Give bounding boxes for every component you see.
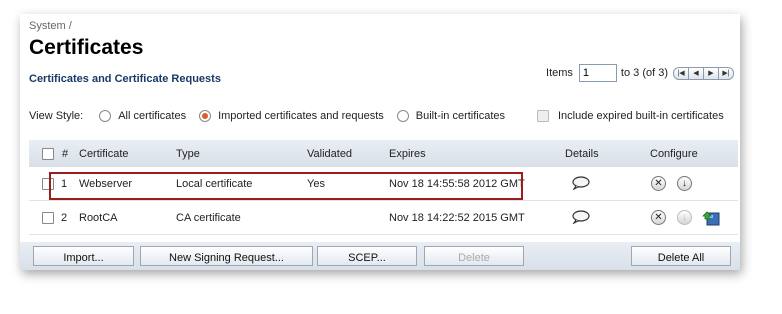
view-style-label: View Style: [29,110,84,122]
include-expired-checkbox[interactable] [537,110,549,122]
view-imported-certificates[interactable]: Imported certificates and requests [199,110,384,122]
delete-button: Delete [424,246,524,266]
row-type: CA certificate [176,211,241,224]
new-signing-request-button[interactable]: New Signing Request... [140,246,313,266]
row-certificate: Webserver [79,177,132,190]
select-all-checkbox[interactable] [42,147,54,160]
include-expired-label: Include expired built-in certificates [558,110,724,122]
items-label: Items [546,67,573,79]
header-num: # [62,147,69,160]
table-row[interactable]: 1 Webserver Local certificate Yes Nov 18… [29,167,738,201]
view-builtin-radio[interactable] [396,110,409,122]
table-header: # Certificate Type Validated Expires Det… [29,140,738,167]
ca-install-icon[interactable] [702,207,722,227]
view-imported-radio[interactable] [199,110,212,122]
page-input[interactable] [578,64,617,82]
page-title: Certificates [29,36,144,59]
row-certificate: RootCA [79,211,118,224]
view-all-label: All certificates [118,110,187,122]
row-num: 1 [61,177,68,190]
header-expires[interactable]: Expires [389,148,426,160]
breadcrumb: System / [29,20,72,32]
header-certificate[interactable]: Certificate [79,148,129,160]
footer-toolbar: Import... New Signing Request... SCEP...… [20,242,740,270]
header-configure: Configure [650,147,698,160]
view-builtin-label: Built-in certificates [415,110,506,122]
header-details: Details [565,147,599,160]
section-title: Certificates and Certificate Requests [29,73,221,85]
certificates-panel: System / Certificates Certificates and C… [20,14,740,270]
header-validated[interactable]: Validated [307,148,352,160]
row-checkbox[interactable] [42,177,54,190]
delete-icon[interactable]: ✕ [651,210,666,225]
row-expires: Nov 18 14:22:52 2015 GMT [389,211,525,224]
download-icon: ↓ [677,210,692,225]
table-row[interactable]: 2 RootCA CA certificate Nov 18 14:22:52 … [29,201,738,235]
scep-button[interactable]: SCEP... [317,246,417,266]
view-style: View Style: All certificates Imported ce… [29,110,505,122]
import-button[interactable]: Import... [33,246,134,266]
comment-bubble-icon[interactable] [572,176,590,190]
range-text: to 3 (of 3) [620,67,668,79]
delete-all-button[interactable]: Delete All [631,246,731,266]
include-expired: Include expired built-in certificates [537,110,724,122]
delete-icon[interactable]: ✕ [651,176,666,191]
row-expires: Nov 18 14:55:58 2012 GMT [389,177,525,190]
row-num: 2 [61,211,68,224]
view-all-certificates[interactable]: All certificates [99,110,186,122]
row-type: Local certificate [176,177,253,190]
row-validated: Yes [307,177,325,190]
next-page-icon[interactable]: ▶ [703,66,719,80]
last-page-icon[interactable]: ▶| [718,66,734,80]
header-type[interactable]: Type [176,148,200,160]
comment-bubble-icon[interactable] [572,210,590,224]
pager-nav: |◀ ◀ ▶ ▶| [673,66,734,80]
view-builtin-certificates[interactable]: Built-in certificates [396,110,506,122]
first-page-icon[interactable]: |◀ [673,66,689,80]
prev-page-icon[interactable]: ◀ [688,66,704,80]
pager: Items to 3 (of 3) |◀ ◀ ▶ ▶| [546,64,734,82]
row-checkbox[interactable] [42,211,54,224]
download-icon[interactable]: ↓ [677,176,692,191]
view-imported-label: Imported certificates and requests [218,110,384,122]
view-all-radio[interactable] [99,110,112,122]
certificates-table: # Certificate Type Validated Expires Det… [29,140,738,235]
